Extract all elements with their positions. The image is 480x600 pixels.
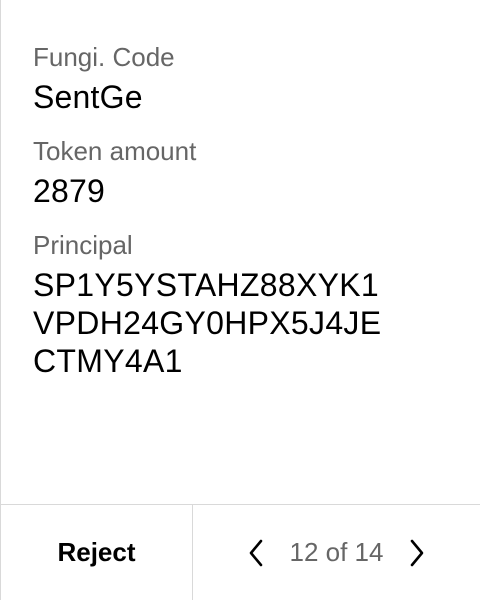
principal-line-1: SP1Y5YSTAHZ88XYK1 [33, 267, 380, 303]
token-amount-value: 2879 [33, 173, 105, 209]
transaction-review-screen: Fungi. Code SentGe Token amount 2879 Pri… [0, 0, 480, 600]
principal-field: Principal SP1Y5YSTAHZ88XYK1 VPDH24GY0HPX… [33, 228, 460, 380]
action-footer: Reject 12 of 14 [1, 504, 480, 600]
pagination-control: 12 of 14 [193, 505, 480, 600]
principal-line-3: CTMY4A1 [33, 343, 183, 379]
token-amount-field: Token amount 2879 [33, 134, 460, 210]
fungible-code-label: Fungi. Code [33, 42, 175, 72]
token-amount-label: Token amount [33, 136, 197, 166]
previous-page-button[interactable] [244, 536, 268, 570]
reject-button[interactable]: Reject [1, 505, 193, 600]
next-page-button[interactable] [405, 536, 429, 570]
transaction-details: Fungi. Code SentGe Token amount 2879 Pri… [33, 40, 460, 398]
fungible-code-field: Fungi. Code SentGe [33, 40, 460, 116]
principal-label: Principal [33, 230, 133, 260]
chevron-left-icon [249, 539, 262, 566]
page-indicator: 12 of 14 [289, 537, 384, 567]
chevron-right-icon [411, 539, 424, 566]
principal-line-2: VPDH24GY0HPX5J4JE [33, 305, 382, 341]
principal-value: SP1Y5YSTAHZ88XYK1 VPDH24GY0HPX5J4JE CTMY… [33, 266, 460, 380]
fungible-code-value: SentGe [33, 79, 143, 115]
